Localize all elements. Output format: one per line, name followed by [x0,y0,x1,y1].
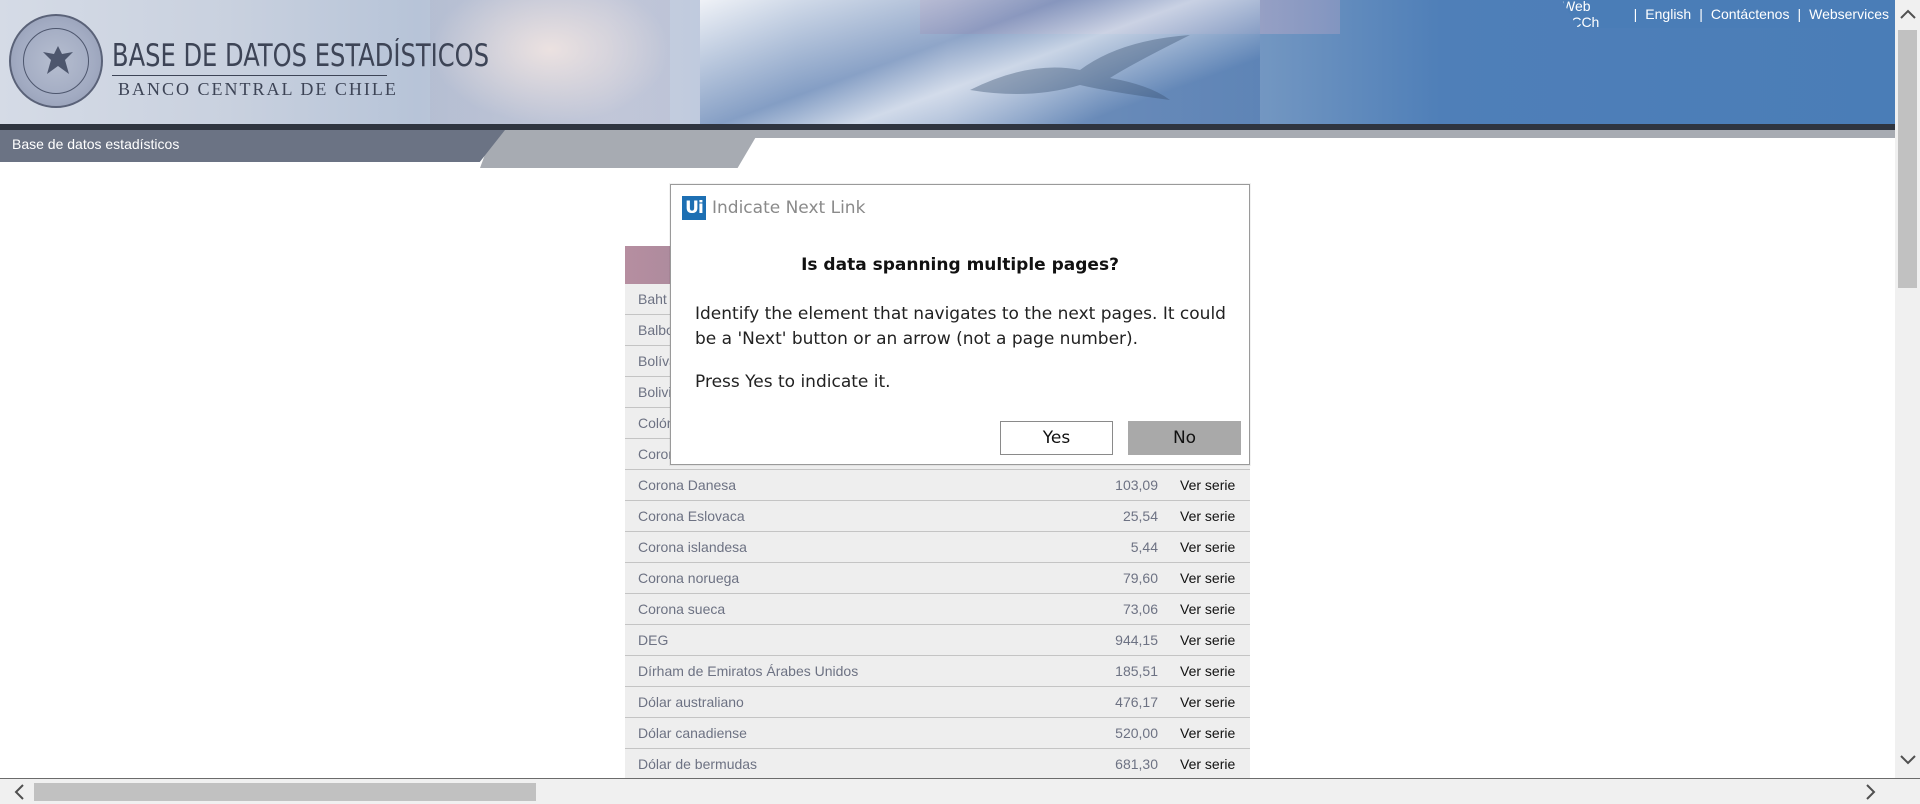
dialog-heading: Is data spanning multiple pages? [801,255,1119,275]
link-contactenos[interactable]: Contáctenos [1711,6,1790,22]
ver-serie-link[interactable]: Ver serie [1180,601,1250,617]
ver-serie-link[interactable]: Ver serie [1180,539,1250,555]
horizontal-scroll-thumb[interactable] [34,783,536,801]
ver-serie-link[interactable]: Ver serie [1180,663,1250,679]
no-button[interactable]: No [1128,421,1241,455]
link-separator: | [1633,6,1638,22]
nav-grey-tab [480,130,760,168]
vertical-scrollbar[interactable] [1895,0,1920,778]
ver-serie-link[interactable]: Ver serie [1180,570,1250,586]
eagle-icon [43,46,73,74]
ver-serie-link[interactable]: Ver serie [1180,477,1250,493]
currency-value: 476,17 [1115,694,1158,710]
scroll-right-icon[interactable] [1856,779,1886,804]
table-row: Corona Danesa 103,09 Ver serie [625,470,1250,501]
horizontal-scrollbar[interactable] [0,778,1920,804]
indicate-next-link-dialog: Ui Indicate Next Link Is data spanning m… [670,184,1250,465]
currency-name: Dólar canadiense [638,725,747,741]
currency-name: Corona Eslovaca [638,508,745,524]
currency-name: Corona sueca [638,601,726,617]
currency-value: 103,09 [1115,477,1158,493]
table-row: Dólar australiano 476,17 Ver serie [625,687,1250,718]
table-row: Dólar canadiense 520,00 Ver serie [625,718,1250,749]
site-banner: BASE DE DATOS ESTADÍSTICOS BANCO CENTRAL… [0,0,1895,124]
currency-name: Dírham de Emiratos Árabes Unidos [638,663,859,679]
table-row: Corona Eslovaca 25,54 Ver serie [625,501,1250,532]
ver-serie-link[interactable]: Ver serie [1180,725,1250,741]
currency-value: 5,44 [1130,539,1158,555]
currency-name: Corona islandesa [638,539,747,555]
top-links: Web BCCh | English | Contáctenos | Webse… [1562,0,1895,28]
currency-value: 944,15 [1115,632,1158,648]
currency-value: 681,30 [1115,756,1158,772]
currency-value: 185,51 [1115,663,1158,679]
table-row: Corona sueca 73,06 Ver serie [625,594,1250,625]
currency-value: 79,60 [1122,570,1158,586]
scroll-down-icon[interactable] [1895,748,1920,772]
dialog-titlebar: Ui Indicate Next Link [682,196,865,220]
ver-serie-link[interactable]: Ver serie [1180,632,1250,648]
link-webservices[interactable]: Webservices [1809,6,1889,22]
dialog-title: Indicate Next Link [712,198,866,218]
ver-serie-link[interactable]: Ver serie [1180,756,1250,772]
uipath-logo-icon: Ui [682,196,706,220]
currency-name: Corona Danesa [638,477,737,493]
link-separator: | [1699,6,1703,22]
currency-name: DEG [638,632,669,648]
site-subtitle: BANCO CENTRAL DE CHILE [118,79,398,99]
currency-name: Corona noruega [638,570,740,586]
scroll-up-icon[interactable] [1895,2,1920,26]
table-row: DEG 944,15 Ver serie [625,625,1250,656]
scroll-left-icon[interactable] [4,779,34,804]
link-separator: | [1797,6,1802,22]
table-row: Corona islandesa 5,44 Ver serie [625,532,1250,563]
table-row: Dírham de Emiratos Árabes Unidos 185,51 … [625,656,1250,687]
link-web-bcch[interactable]: Web BCCh [1562,0,1626,28]
vertical-scroll-thumb[interactable] [1898,30,1917,288]
yes-button[interactable]: Yes [1000,421,1113,455]
link-english[interactable]: English [1645,6,1691,22]
nav-bar: Base de datos estadísticos [0,124,1895,168]
central-bank-seal-icon [9,14,103,108]
currency-value: 25,54 [1122,508,1158,524]
breadcrumb[interactable]: Base de datos estadísticos [12,136,179,152]
currency-value: 520,00 [1115,725,1158,741]
currency-name: Dólar de bermudas [638,756,758,772]
dialog-message: Identify the element that navigates to t… [695,304,1226,349]
table-row: Dólar de bermudas 681,30 Ver serie [625,749,1250,780]
currency-name: Dólar australiano [638,694,744,710]
table-row: Corona noruega 79,60 Ver serie [625,563,1250,594]
currency-value: 73,06 [1122,601,1158,617]
condor-illustration [970,35,1190,100]
dialog-instruction: Press Yes to indicate it. [695,372,891,392]
site-title[interactable]: BASE DE DATOS ESTADÍSTICOS [112,38,489,74]
title-divider [112,75,387,76]
ver-serie-link[interactable]: Ver serie [1180,694,1250,710]
ver-serie-link[interactable]: Ver serie [1180,508,1250,524]
